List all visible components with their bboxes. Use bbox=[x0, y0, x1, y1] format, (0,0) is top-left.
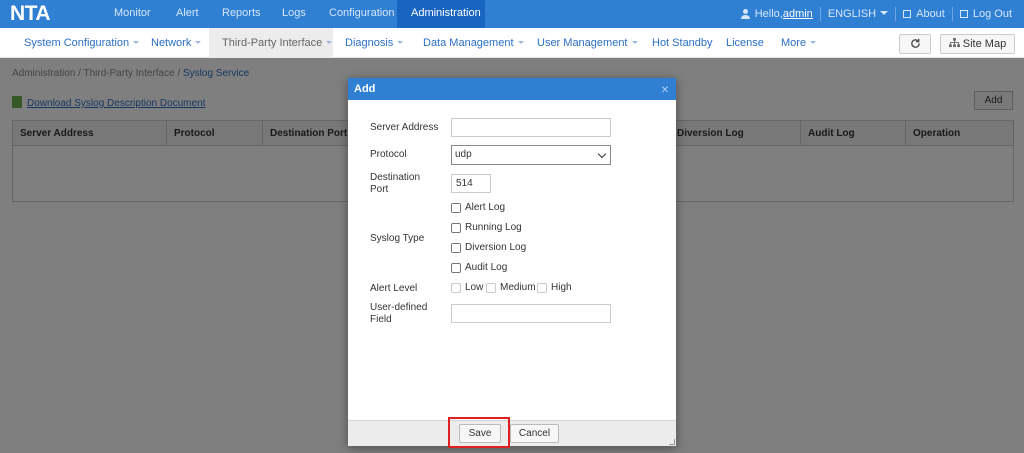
top-nav-configuration[interactable]: Configuration bbox=[315, 0, 397, 28]
subnav-label: User Management bbox=[537, 37, 628, 49]
top-nav-alert[interactable]: Alert bbox=[162, 0, 208, 28]
top-right-menu: Hello, admin ENGLISH About Log Out bbox=[740, 0, 1012, 28]
about-label: About bbox=[916, 7, 945, 20]
audit-log-checkbox[interactable] bbox=[451, 263, 461, 273]
cancel-button[interactable]: Cancel bbox=[510, 424, 559, 443]
chevron-down-icon bbox=[810, 41, 817, 44]
running-log-checkbox[interactable] bbox=[451, 223, 461, 233]
protocol-value: udp bbox=[455, 149, 472, 160]
chevron-down-icon bbox=[326, 41, 333, 44]
app-logo: NTA bbox=[10, 2, 51, 25]
top-bar: NTA Monitor Alert Reports Logs Configura… bbox=[0, 0, 1024, 28]
resize-grip-icon[interactable] bbox=[669, 439, 675, 445]
site-map-button[interactable]: Site Map bbox=[940, 34, 1015, 54]
alert-log-label: Alert Log bbox=[465, 202, 506, 213]
divider bbox=[819, 7, 821, 21]
alert-log-checkbox[interactable] bbox=[451, 203, 461, 213]
about-icon bbox=[903, 9, 912, 18]
user-defined-field-input[interactable] bbox=[451, 304, 611, 323]
chevron-down-icon bbox=[597, 149, 607, 159]
logout-link[interactable]: Log Out bbox=[959, 2, 1012, 27]
subnav-label: Diagnosis bbox=[345, 37, 394, 49]
divider bbox=[951, 7, 953, 21]
logout-label: Log Out bbox=[972, 7, 1012, 20]
language-label: ENGLISH bbox=[827, 7, 877, 20]
logout-icon bbox=[959, 9, 968, 18]
refresh-icon bbox=[910, 38, 920, 48]
subnav-system-configuration[interactable]: System Configuration bbox=[24, 28, 140, 58]
top-nav: Monitor Alert Reports Logs Configuration… bbox=[100, 0, 485, 28]
alert-level-low-label: Low bbox=[465, 282, 484, 293]
username-link[interactable]: admin bbox=[783, 2, 813, 27]
subnav-hot-standby[interactable]: Hot Standby bbox=[652, 28, 713, 58]
save-button-highlight bbox=[448, 417, 510, 448]
alert-level-medium-label: Medium bbox=[500, 282, 536, 293]
server-address-input[interactable] bbox=[451, 118, 611, 137]
server-address-label: Server Address bbox=[370, 122, 439, 133]
chevron-down-icon bbox=[133, 41, 140, 44]
add-syslog-dialog: Add × Server Address Protocol udp Destin… bbox=[348, 78, 676, 448]
diversion-log-label: Diversion Log bbox=[465, 242, 527, 253]
top-nav-monitor[interactable]: Monitor bbox=[100, 0, 162, 28]
subnav-diagnosis[interactable]: Diagnosis bbox=[345, 28, 404, 58]
top-nav-reports[interactable]: Reports bbox=[208, 0, 268, 28]
destination-port-label-line1: Destination bbox=[370, 172, 421, 183]
dialog-footer: Save Cancel bbox=[348, 417, 676, 448]
chevron-down-icon bbox=[195, 41, 202, 44]
subnav-license[interactable]: License bbox=[726, 28, 764, 58]
alert-level-medium-checkbox[interactable] bbox=[486, 283, 496, 293]
syslog-type-label: Syslog Type bbox=[370, 233, 425, 244]
subnav-user-management[interactable]: User Management bbox=[537, 28, 638, 58]
chevron-down-icon bbox=[880, 10, 889, 15]
chevron-down-icon bbox=[397, 41, 404, 44]
destination-port-label-line2: Port bbox=[370, 184, 389, 195]
subnav-more[interactable]: More bbox=[781, 28, 817, 58]
close-icon[interactable]: × bbox=[661, 78, 669, 100]
language-select[interactable]: ENGLISH bbox=[827, 2, 889, 27]
subnav-label: Network bbox=[151, 37, 192, 49]
user-defined-field-label-line1: User-defined bbox=[370, 302, 428, 313]
audit-log-label: Audit Log bbox=[465, 262, 508, 273]
divider bbox=[895, 7, 897, 21]
destination-port-label: Destination Port bbox=[370, 172, 420, 196]
hello-text: Hello, bbox=[754, 7, 783, 20]
user-defined-field-label-line2: Field bbox=[370, 314, 392, 325]
top-nav-administration[interactable]: Administration bbox=[397, 0, 485, 28]
alert-level-label: Alert Level bbox=[370, 283, 418, 294]
dialog-header: Add × bbox=[348, 78, 676, 100]
about-link[interactable]: About bbox=[903, 2, 945, 27]
destination-port-input[interactable] bbox=[451, 174, 491, 193]
subnav-third-party-interface[interactable]: Third-Party Interface bbox=[209, 28, 333, 58]
chevron-down-icon bbox=[517, 41, 524, 44]
user-defined-field-label: User-defined Field bbox=[370, 302, 427, 326]
subnav-data-management[interactable]: Data Management bbox=[423, 28, 524, 58]
subnav-network[interactable]: Network bbox=[151, 28, 202, 58]
protocol-select[interactable]: udp bbox=[451, 145, 611, 165]
site-map-label: Site Map bbox=[962, 38, 1007, 50]
running-log-label: Running Log bbox=[465, 222, 522, 233]
diversion-log-checkbox[interactable] bbox=[451, 243, 461, 253]
alert-level-high-label: High bbox=[551, 282, 572, 293]
subnav-label: System Configuration bbox=[24, 37, 130, 49]
sub-nav: System Configuration Network Third-Party… bbox=[0, 28, 1024, 58]
alert-level-low-checkbox[interactable] bbox=[451, 283, 461, 293]
user-icon bbox=[740, 9, 750, 19]
subnav-label: Data Management bbox=[423, 37, 514, 49]
protocol-label: Protocol bbox=[370, 149, 407, 160]
refresh-button[interactable] bbox=[899, 34, 931, 54]
chevron-down-icon bbox=[631, 41, 638, 44]
site-map-icon bbox=[948, 38, 960, 48]
subnav-label: More bbox=[781, 37, 807, 49]
dialog-title: Add bbox=[354, 83, 376, 95]
top-nav-logs[interactable]: Logs bbox=[268, 0, 315, 28]
subnav-label: Third-Party Interface bbox=[222, 37, 323, 49]
alert-level-high-checkbox[interactable] bbox=[537, 283, 547, 293]
